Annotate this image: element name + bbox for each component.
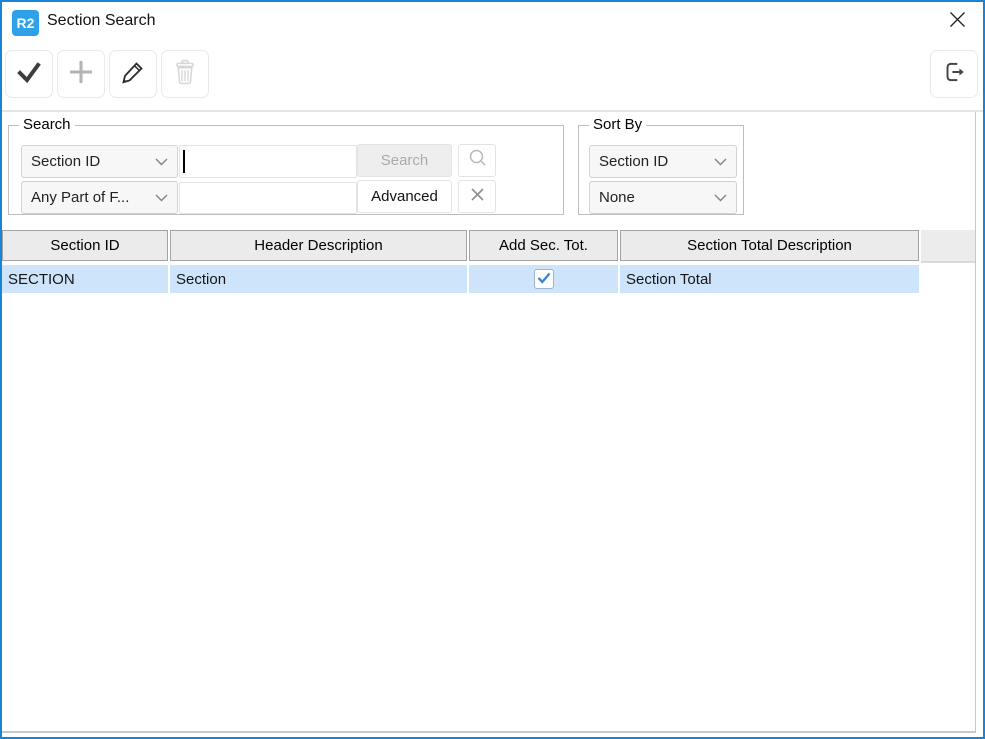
search-button[interactable]: Search: [357, 144, 452, 177]
trash-icon: [171, 58, 199, 91]
checkbox-check-icon: [537, 271, 551, 288]
clear-x-icon: [470, 187, 485, 207]
search-input[interactable]: [179, 145, 357, 178]
column-header-section-id[interactable]: Section ID: [2, 230, 168, 261]
toolbar-separator: [2, 110, 983, 112]
plus-icon: [67, 58, 95, 91]
bottom-inset-border: [2, 731, 976, 733]
search-field-select[interactable]: Section ID: [21, 145, 178, 178]
chevron-down-icon: [714, 189, 727, 206]
chevron-down-icon: [155, 153, 168, 170]
add-sec-tot-checkbox[interactable]: [534, 269, 554, 289]
close-icon: [949, 11, 966, 33]
filter-input[interactable]: [179, 182, 357, 214]
sort-primary-select-value: Section ID: [599, 153, 668, 170]
sort-group: Sort By Section ID None: [578, 125, 744, 215]
magnifier-icon: [467, 148, 488, 174]
search-group-label: Search: [19, 116, 75, 133]
sort-primary-select[interactable]: Section ID: [589, 145, 737, 178]
row-cell-section-total-description[interactable]: Section Total: [620, 265, 919, 293]
check-icon: [15, 58, 43, 91]
row-cell-header-description[interactable]: Section: [170, 265, 467, 293]
app-logo: R2: [12, 10, 39, 36]
confirm-button[interactable]: [5, 50, 53, 98]
row-cell-section-id[interactable]: SECTION: [2, 265, 168, 293]
search-filter-select[interactable]: Any Part of F...: [21, 181, 178, 214]
pencil-icon: [120, 59, 146, 90]
close-button[interactable]: [942, 7, 972, 37]
text-caret: [183, 150, 185, 173]
exit-icon: [941, 59, 967, 90]
right-inset-border: [975, 112, 976, 732]
search-filter-select-value: Any Part of F...: [31, 189, 129, 206]
column-header-header-description[interactable]: Header Description: [170, 230, 467, 261]
sort-secondary-select-value: None: [599, 189, 635, 206]
clear-button[interactable]: [458, 180, 496, 213]
chevron-down-icon: [155, 189, 168, 206]
edit-button[interactable]: [109, 50, 157, 98]
section-search-window: R2 Section Search: [0, 0, 985, 739]
column-header-section-total-description[interactable]: Section Total Description: [620, 230, 919, 261]
delete-button[interactable]: [161, 50, 209, 98]
exit-button[interactable]: [930, 50, 978, 98]
advanced-button[interactable]: Advanced: [357, 180, 452, 213]
column-header-filler: [921, 230, 975, 263]
sort-group-label: Sort By: [589, 116, 646, 133]
column-header-add-sec-tot[interactable]: Add Sec. Tot.: [469, 230, 618, 261]
chevron-down-icon: [714, 153, 727, 170]
sort-secondary-select[interactable]: None: [589, 181, 737, 214]
search-group: Search Section ID Search Any Part of F..…: [8, 125, 564, 215]
magnifier-button[interactable]: [458, 144, 496, 177]
window-title: Section Search: [47, 12, 156, 30]
add-button[interactable]: [57, 50, 105, 98]
search-field-select-value: Section ID: [31, 153, 100, 170]
row-cell-add-sec-tot[interactable]: [469, 265, 618, 293]
